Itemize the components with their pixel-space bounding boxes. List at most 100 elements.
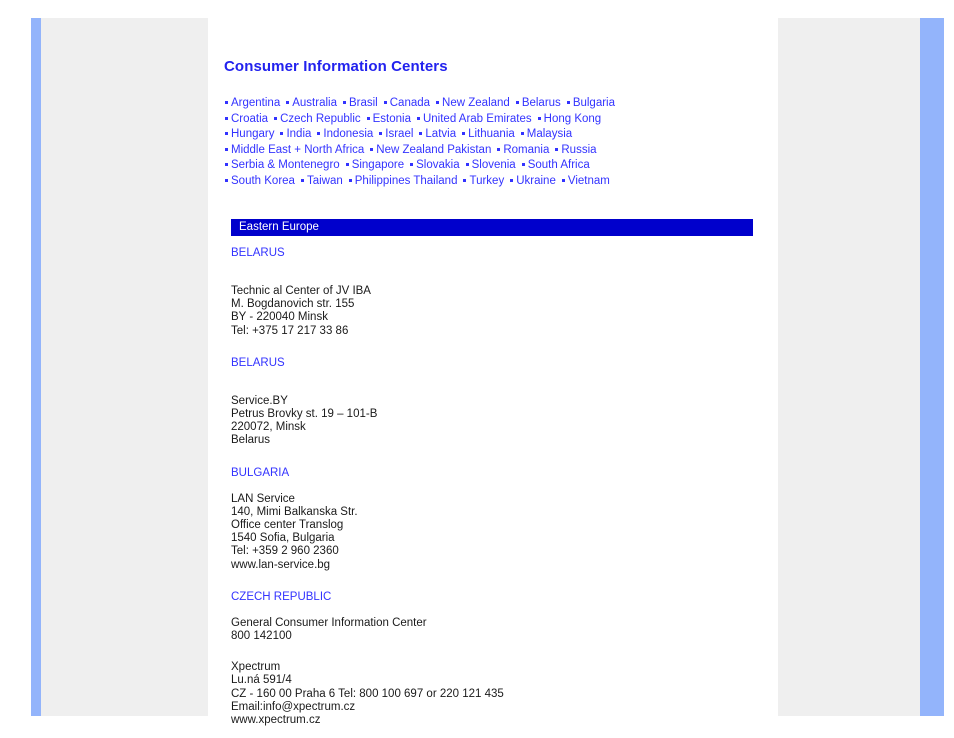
- entry-address-body: Xpectrum Lu.ná 591/4 CZ - 160 00 Praha 6…: [231, 661, 504, 727]
- bullet-icon: [497, 147, 501, 151]
- bullet-icon: [537, 116, 541, 120]
- country-link-australia[interactable]: Australia: [292, 97, 337, 109]
- country-link-singapore[interactable]: Singapore: [352, 159, 404, 171]
- entry-heading[interactable]: BELARUS: [231, 246, 761, 260]
- region-banner-label: Eastern Europe: [239, 221, 319, 233]
- bullet-icon: [225, 101, 228, 104]
- country-link-canada[interactable]: Canada: [390, 97, 430, 109]
- country-link-estonia[interactable]: Estonia: [373, 113, 411, 125]
- bullet-icon: [383, 101, 387, 104]
- country-link-malaysia[interactable]: Malaysia: [527, 128, 572, 140]
- consumer-center-entries: BELARUS Technic al Center of JV IBA M. Bo…: [231, 246, 761, 727]
- country-link-row: South Korea Taiwan Philippines Thailand Tur…: [224, 174, 769, 190]
- country-link-new-zealand-pakistan[interactable]: New Zealand Pakistan: [376, 144, 491, 156]
- country-link-turkey[interactable]: Turkey: [469, 175, 504, 187]
- bullet-icon: [410, 163, 414, 166]
- bullet-icon: [463, 178, 467, 182]
- country-link-middle-east-north-africa[interactable]: Middle East + North Africa: [231, 144, 364, 156]
- bullet-icon: [225, 116, 228, 120]
- bullet-icon: [345, 163, 349, 166]
- country-link-russia[interactable]: Russia: [561, 144, 596, 156]
- right-gutter: [778, 18, 920, 716]
- page-title: Consumer Information Centers: [224, 58, 448, 75]
- country-link-vietnam[interactable]: Vietnam: [568, 175, 610, 187]
- region-banner: Eastern Europe: [231, 219, 753, 236]
- bullet-icon: [515, 101, 519, 104]
- bullet-icon: [555, 147, 559, 151]
- entry-spacer: [231, 643, 761, 661]
- bullet-icon: [465, 163, 469, 166]
- country-link-row: Middle East + North Africa New Zealand Pa…: [224, 143, 769, 159]
- country-link-belarus[interactable]: Belarus: [522, 97, 561, 109]
- country-link-ukraine[interactable]: Ukraine: [516, 175, 556, 187]
- entry-spacer: [231, 338, 761, 356]
- entry-address-body: Technic al Center of JV IBA M. Bogdanovi…: [231, 285, 371, 337]
- country-link-slovenia[interactable]: Slovenia: [472, 159, 516, 171]
- bullet-icon: [419, 132, 423, 135]
- entry-address-body: LAN Service 140, Mimi Balkanska Str. Off…: [231, 492, 358, 571]
- left-gutter: [41, 18, 208, 716]
- entry-address-body: General Consumer Information Center 800 …: [231, 616, 427, 643]
- country-link-south-africa[interactable]: South Africa: [528, 159, 590, 171]
- bullet-icon: [286, 101, 290, 104]
- country-link-philippines-thailand[interactable]: Philippines Thailand: [355, 175, 458, 187]
- country-link-new-zealand[interactable]: New Zealand: [442, 97, 510, 109]
- entry-address-body: Service.BY Petrus Brovky st. 19 – 101-B …: [231, 394, 378, 447]
- bullet-icon: [225, 147, 228, 151]
- bullet-icon: [348, 178, 352, 182]
- bullet-icon: [225, 178, 228, 182]
- country-link-row: Hungary India Indonesia Israel Latvia Lithuan…: [224, 127, 769, 143]
- bullet-icon: [280, 132, 284, 135]
- country-link-bulgaria[interactable]: Bulgaria: [573, 97, 615, 109]
- country-link-united-arab-emirates[interactable]: United Arab Emirates: [423, 113, 532, 125]
- country-link-slovakia[interactable]: Slovakia: [416, 159, 459, 171]
- bullet-icon: [366, 116, 370, 120]
- page-frame: Consumer Information Centers Argentina Au…: [0, 0, 954, 738]
- bullet-icon: [225, 132, 228, 135]
- country-link-czech-republic[interactable]: Czech Republic: [280, 113, 361, 125]
- country-link-argentina[interactable]: Argentina: [231, 97, 280, 109]
- bullet-icon: [342, 101, 346, 104]
- country-link-brasil[interactable]: Brasil: [349, 97, 378, 109]
- bullet-icon: [520, 132, 524, 135]
- bullet-icon: [566, 101, 570, 104]
- entry-heading-spacer: [231, 370, 761, 395]
- bullet-icon: [436, 101, 440, 104]
- country-link-croatia[interactable]: Croatia: [231, 113, 268, 125]
- entry-heading[interactable]: BULGARIA: [231, 466, 761, 480]
- entry-heading-spacer: [231, 480, 761, 493]
- bullet-icon: [521, 163, 525, 166]
- bullet-icon: [379, 132, 383, 135]
- country-link-row: Serbia & Montenegro Singapore Slovakia Slov…: [224, 158, 769, 174]
- bullet-icon: [462, 132, 466, 135]
- bullet-icon: [317, 132, 321, 135]
- country-link-lithuania[interactable]: Lithuania: [468, 128, 515, 140]
- country-link-latvia[interactable]: Latvia: [425, 128, 456, 140]
- entry-spacer: [231, 448, 761, 466]
- entry-heading[interactable]: CZECH REPUBLIC: [231, 590, 761, 604]
- entry-heading[interactable]: BELARUS: [231, 356, 761, 370]
- entry-heading-spacer: [231, 604, 761, 617]
- country-link-romania[interactable]: Romania: [503, 144, 549, 156]
- right-edge-bar: [920, 18, 944, 716]
- country-link-taiwan[interactable]: Taiwan: [307, 175, 343, 187]
- country-link-list: Argentina Australia Brasil Canada New Zealan…: [224, 96, 769, 189]
- entry-spacer: [231, 572, 761, 590]
- bullet-icon: [370, 147, 374, 151]
- country-link-row: Croatia Czech Republic Estonia United Arab …: [224, 112, 769, 128]
- country-link-israel[interactable]: Israel: [385, 128, 413, 140]
- country-link-india[interactable]: India: [286, 128, 311, 140]
- content-pane: Consumer Information Centers Argentina Au…: [208, 18, 778, 726]
- country-link-row: Argentina Australia Brasil Canada New Zealan…: [224, 96, 769, 112]
- country-link-serbia-montenegro[interactable]: Serbia & Montenegro: [231, 159, 340, 171]
- entry-heading-spacer: [231, 260, 761, 285]
- country-link-hungary[interactable]: Hungary: [231, 128, 274, 140]
- country-link-south-korea[interactable]: South Korea: [231, 175, 295, 187]
- bullet-icon: [510, 178, 514, 182]
- left-edge-bar: [31, 18, 41, 716]
- country-link-indonesia[interactable]: Indonesia: [323, 128, 373, 140]
- bullet-icon: [225, 163, 228, 166]
- bullet-icon: [274, 116, 278, 120]
- country-link-hong-kong[interactable]: Hong Kong: [544, 113, 602, 125]
- bullet-icon: [416, 116, 420, 120]
